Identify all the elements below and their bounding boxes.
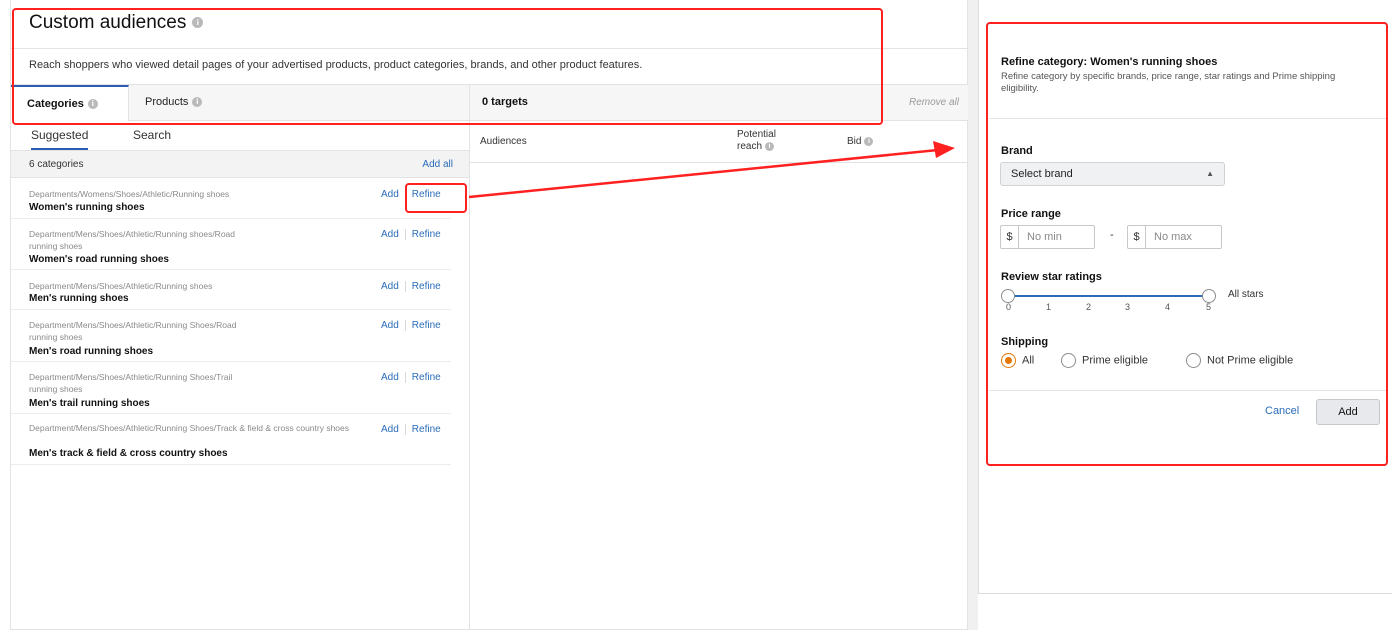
annotation-arrow-icon <box>468 141 955 199</box>
